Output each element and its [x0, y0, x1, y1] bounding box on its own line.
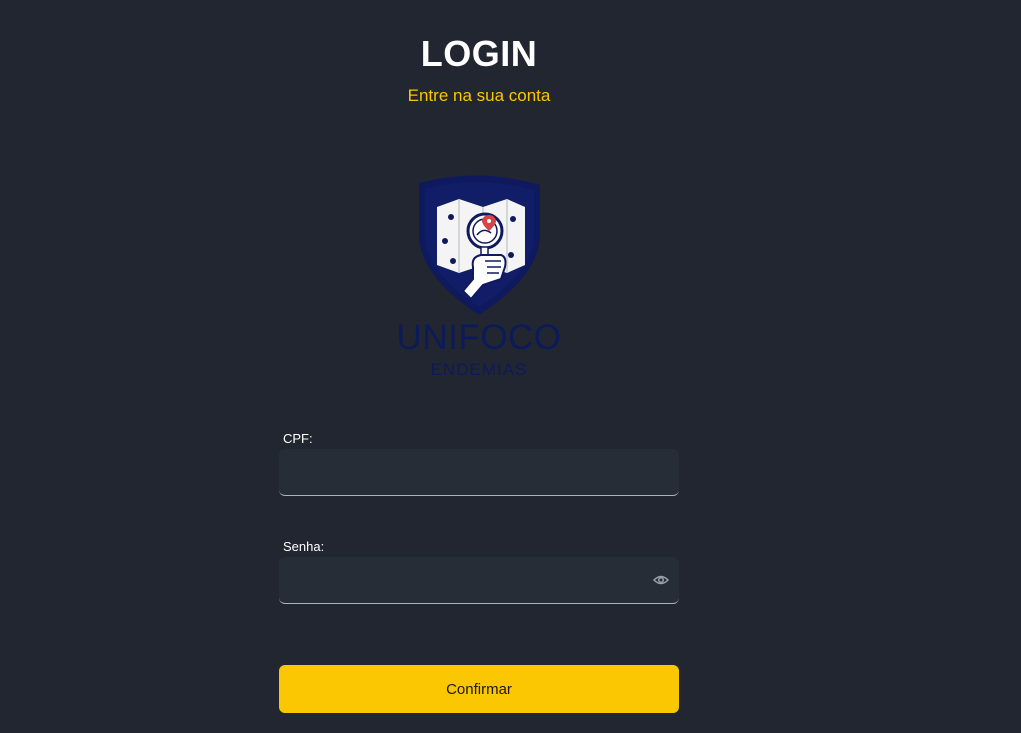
logo-name: UNIFOCO: [396, 318, 562, 357]
eye-icon[interactable]: [653, 573, 669, 587]
cpf-label: CPF:: [283, 431, 313, 446]
confirm-button[interactable]: Confirmar: [279, 665, 679, 713]
cpf-field-container: [279, 449, 679, 496]
cpf-input[interactable]: [279, 449, 679, 495]
password-input[interactable]: [279, 557, 679, 603]
shield-map-magnifier-icon: [419, 175, 540, 315]
logo-tagline: ENDEMIAS: [430, 360, 528, 379]
senha-label: Senha:: [283, 539, 325, 554]
page-subtitle: Entre na sua conta: [407, 86, 551, 105]
unifoco-logo: UNIFOCO ENDEMIAS: [393, 175, 565, 385]
page-title: LOGIN: [420, 33, 538, 74]
senha-field-container: [279, 557, 679, 604]
login-page: LOGIN Entre na sua conta UNIFOCO ENDEMIA…: [0, 0, 1021, 733]
